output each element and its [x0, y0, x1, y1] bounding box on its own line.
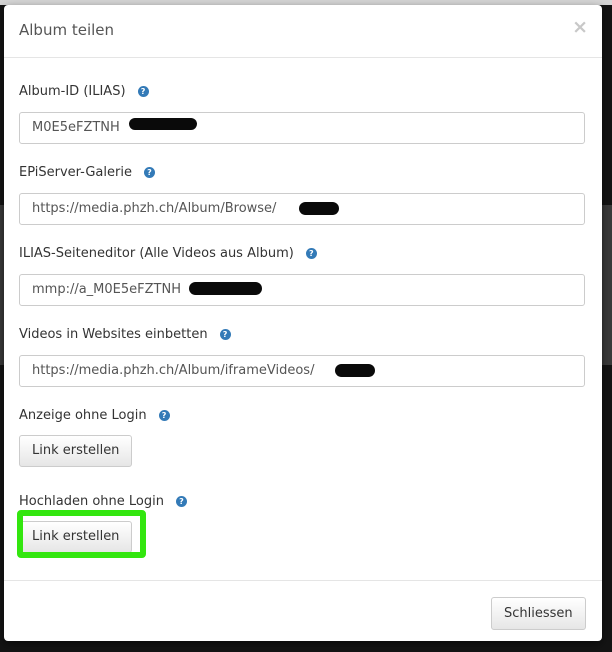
- question-circle-icon[interactable]: ?: [219, 329, 231, 340]
- close-button[interactable]: Schliessen: [491, 597, 586, 630]
- episerver-gallery-label: EPiServer-Galerie?: [19, 165, 155, 180]
- redaction-mark: [129, 118, 197, 130]
- question-circle-icon[interactable]: ?: [137, 86, 149, 97]
- close-icon[interactable]: ×: [572, 17, 588, 37]
- question-circle-icon[interactable]: ?: [158, 410, 170, 421]
- album-id-label: Album-ID (ILIAS)?: [19, 84, 149, 99]
- create-view-link-button[interactable]: Link erstellen: [19, 435, 133, 467]
- highlight-annotation: [17, 510, 146, 558]
- background-image-right: [602, 205, 612, 365]
- redaction-mark: [335, 364, 375, 377]
- ilias-page-editor-label: ILIAS-Seiteneditor (Alle Videos aus Albu…: [19, 246, 317, 261]
- dialog-header: Album teilen ×: [4, 5, 602, 58]
- question-circle-icon[interactable]: ?: [175, 496, 187, 507]
- embed-videos-field[interactable]: https://media.phzh.ch/Album/iframeVideos…: [19, 355, 585, 387]
- upload-without-login-label: Hochladen ohne Login?: [19, 494, 187, 509]
- dialog-title: Album teilen: [19, 21, 115, 39]
- question-circle-icon[interactable]: ?: [305, 248, 317, 259]
- question-circle-icon[interactable]: ?: [143, 167, 155, 178]
- view-without-login-label: Anzeige ohne Login?: [19, 408, 170, 423]
- redaction-mark: [299, 202, 339, 215]
- album-id-field[interactable]: M0E5eFZTNH: [19, 112, 585, 144]
- redaction-mark: [189, 282, 262, 295]
- embed-videos-label: Videos in Websites einbetten?: [19, 327, 231, 342]
- dialog-footer: Schliessen: [4, 580, 602, 642]
- share-album-dialog: Album teilen × Album-ID (ILIAS)? M0E5eFZ…: [4, 5, 602, 641]
- ilias-page-editor-field[interactable]: mmp://a_M0E5eFZTNH: [19, 274, 585, 306]
